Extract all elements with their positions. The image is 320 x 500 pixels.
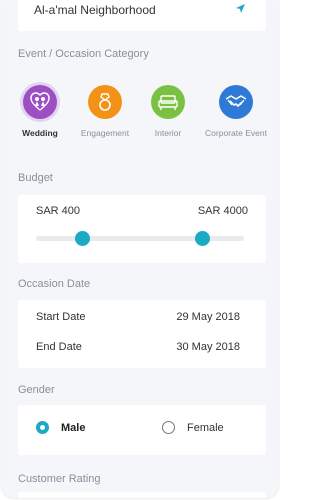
category-section-label: Event / Occasion Category: [18, 48, 149, 60]
category-item-wedding[interactable]: Wedding: [5, 85, 75, 138]
date-section-label: Occasion Date: [18, 278, 91, 290]
start-date-row[interactable]: Start Date 29 May 2018: [36, 311, 240, 323]
budget-slider-selected-range: [81, 236, 203, 241]
end-date-row[interactable]: End Date 30 May 2018: [36, 341, 240, 353]
rating-section-label: Customer Rating: [18, 473, 101, 485]
gender-option-female[interactable]: Female: [162, 421, 224, 434]
budget-slider-max-handle[interactable]: [195, 231, 211, 246]
wedding-couple-icon: [23, 85, 57, 119]
budget-min-value: SAR 400: [36, 205, 81, 217]
budget-card: SAR 400 SAR 4000: [18, 195, 266, 263]
female-radio-label: Female: [187, 421, 224, 434]
location-value: Al-a'mal Neighborhood: [34, 3, 156, 17]
budget-slider-min-handle[interactable]: [74, 231, 90, 246]
handshake-icon: [219, 85, 253, 119]
female-radio-button[interactable]: [162, 421, 175, 434]
navigation-arrow-icon[interactable]: [234, 3, 246, 15]
filter-screen: Al-a'mal Neighborhood Event / Occasion C…: [2, 0, 278, 498]
category-label-interior: Interior: [154, 128, 182, 138]
category-item-engagement[interactable]: Engagement: [70, 85, 140, 138]
category-label-wedding: Wedding: [22, 128, 58, 138]
gender-card: Male Female: [18, 405, 266, 455]
budget-section-label: Budget: [18, 172, 53, 184]
category-label-corporate-event: Corporate Event: [205, 128, 267, 138]
start-date-label: Start Date: [36, 311, 86, 323]
rating-card: [18, 492, 266, 498]
ring-icon: [88, 85, 122, 119]
end-date-value: 30 May 2018: [176, 341, 240, 353]
budget-max-value: SAR 4000: [197, 205, 248, 217]
category-item-interior[interactable]: Interior: [133, 85, 203, 138]
category-item-corporate-event[interactable]: Corporate Event: [201, 85, 271, 138]
budget-range-slider[interactable]: [36, 231, 244, 246]
sofa-icon: [151, 85, 185, 119]
gender-option-male[interactable]: Male: [36, 421, 85, 434]
location-field[interactable]: Al-a'mal Neighborhood: [18, 0, 266, 31]
category-label-engagement: Engagement: [80, 128, 130, 138]
start-date-value: 29 May 2018: [176, 311, 240, 323]
male-radio-label: Male: [61, 421, 86, 434]
gender-section-label: Gender: [18, 384, 55, 396]
end-date-label: End Date: [36, 341, 82, 353]
category-list: Wedding Engagement Interior Corporate Ev…: [2, 85, 278, 155]
date-card: Start Date 29 May 2018 End Date 30 May 2…: [18, 300, 266, 368]
male-radio-button[interactable]: [36, 421, 49, 434]
